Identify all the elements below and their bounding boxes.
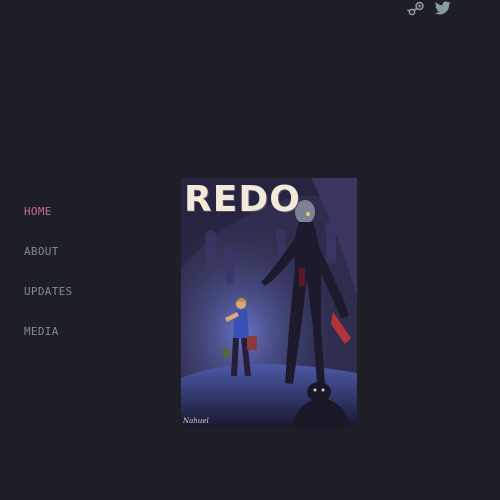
cover-art: REDO Nahuel bbox=[181, 178, 357, 427]
twitter-icon bbox=[435, 1, 451, 15]
artist-signature: Nahuel bbox=[183, 417, 209, 425]
nav-item-home: HOME bbox=[24, 203, 72, 243]
nav-link-updates[interactable]: UPDATES bbox=[24, 285, 72, 298]
nav-link-media[interactable]: MEDIA bbox=[24, 325, 59, 338]
nav-item-updates: UPDATES bbox=[24, 283, 72, 323]
main-nav: HOME ABOUT UPDATES MEDIA bbox=[24, 203, 72, 363]
nav-item-media: MEDIA bbox=[24, 323, 72, 363]
page: HOME ABOUT UPDATES MEDIA REDO Nahuel bbox=[0, 0, 500, 500]
steam-icon bbox=[407, 1, 424, 16]
steam-link[interactable] bbox=[407, 1, 425, 17]
social-links bbox=[407, 1, 453, 17]
nav-link-about[interactable]: ABOUT bbox=[24, 245, 59, 258]
game-title: REDO bbox=[184, 179, 301, 220]
nav-link-home[interactable]: HOME bbox=[24, 205, 52, 218]
twitter-link[interactable] bbox=[435, 1, 453, 17]
nav-item-about: ABOUT bbox=[24, 243, 72, 283]
